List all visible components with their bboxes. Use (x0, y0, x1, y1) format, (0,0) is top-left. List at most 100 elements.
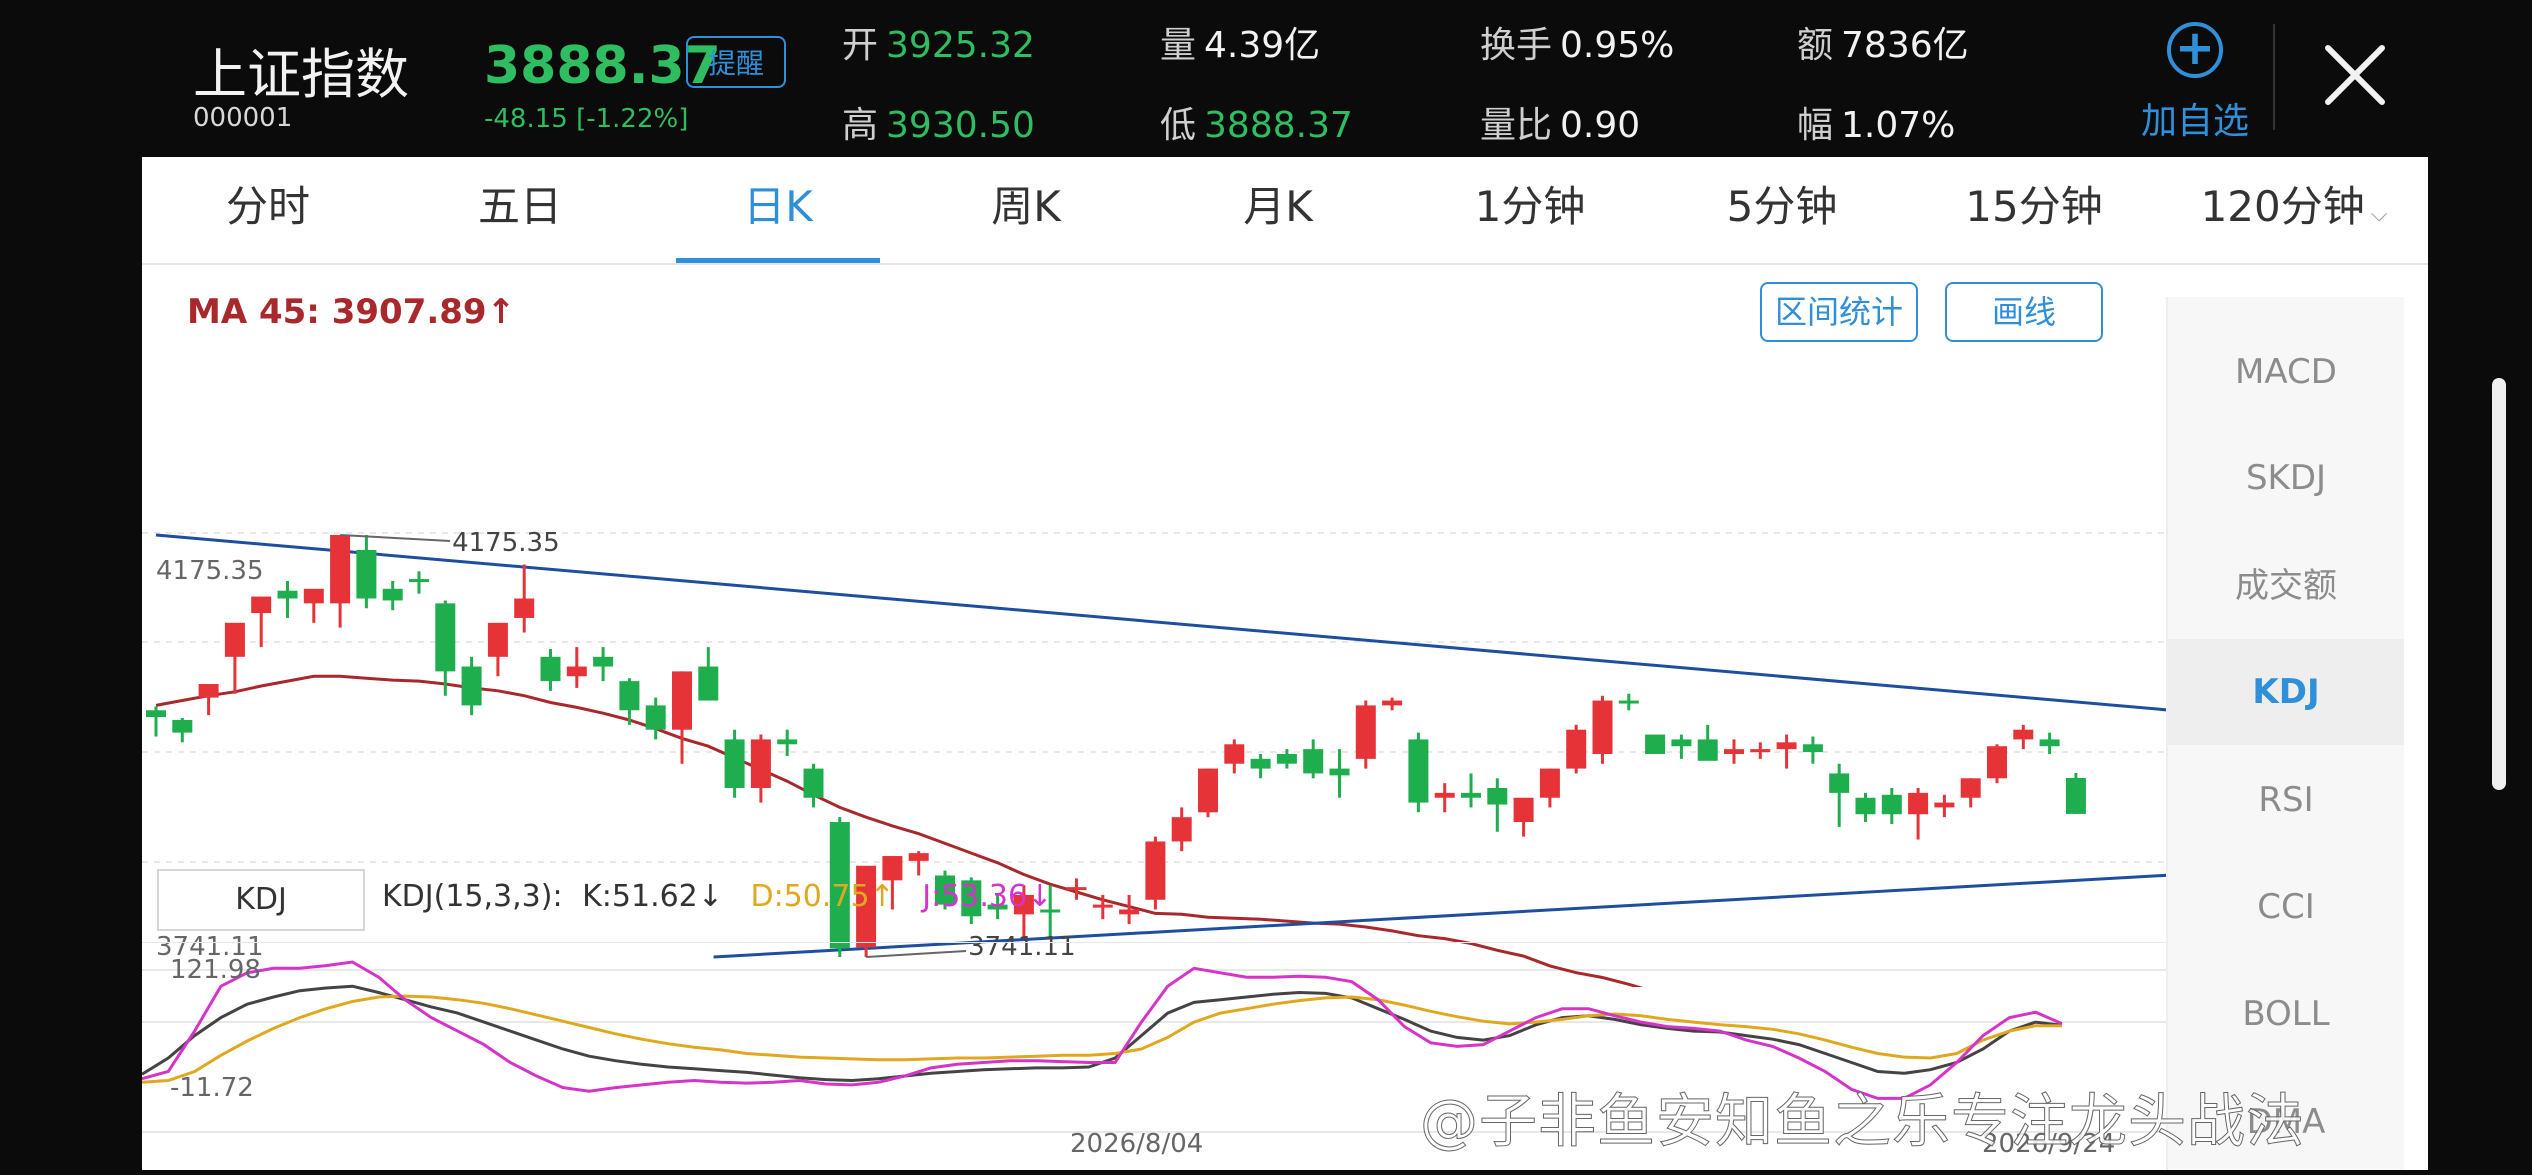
upper-trend-line (155, 533, 2166, 712)
stock-name: 上证指数 (193, 43, 409, 106)
candle-body (1276, 753, 1297, 764)
candle-body (908, 853, 929, 861)
candle-body (356, 549, 377, 599)
indicator-boll[interactable]: BOLL (2168, 961, 2404, 1067)
kdj-label-low: -11.72 (170, 1073, 254, 1103)
candle-body (277, 590, 298, 599)
candle-body (619, 681, 640, 711)
candle-body (1434, 792, 1455, 798)
stat-volume-ratio: 量比 0.90 (1480, 105, 1641, 146)
tab-120min[interactable]: 120分钟 ⌵ (2160, 157, 2428, 263)
candle-body (1960, 778, 1981, 798)
draw-line-button[interactable]: 画线 (1945, 282, 2103, 342)
quote-header: 上证指数 000001 3888.37 -48.15 [-1.22%] 提醒 开… (0, 0, 2532, 155)
plus-circle-icon: + (2167, 22, 2223, 78)
chevron-down-icon: ⌵ (2370, 202, 2388, 227)
tab-daily-k[interactable]: 日K (676, 157, 880, 263)
candle-body (1066, 887, 1087, 891)
candle-body (435, 603, 456, 672)
candle-body (1645, 734, 1666, 754)
candle-body (1355, 705, 1376, 759)
tab-five-day[interactable]: 五日 (394, 157, 646, 263)
stat-low: 低 3888.37 (1160, 105, 1353, 146)
candle-body (803, 768, 824, 798)
high-mark-label: 4175.35 (452, 528, 560, 558)
tab-monthly-k[interactable]: 月K (1152, 157, 1404, 263)
candle-body (146, 710, 166, 718)
kdj-j-value: J:53.36↓ (922, 879, 1053, 914)
scrollbar[interactable] (2492, 378, 2506, 790)
header-divider (2273, 24, 2275, 130)
candle-body (409, 579, 429, 583)
candle-body (2039, 739, 2060, 747)
kdj-values: KDJ(15,3,3): K:51.62↓ D:50.75↑ J:53.36↓ (382, 879, 1052, 914)
candle-body (1382, 700, 1403, 706)
candle-body (198, 684, 219, 698)
indicator-macd[interactable]: MACD (2168, 319, 2404, 425)
indicator-skdj[interactable]: SKDJ (2168, 425, 2404, 531)
candle-body (645, 705, 666, 730)
candle-body (1198, 768, 1218, 813)
kdj-k-line (142, 984, 2063, 1083)
kdj-d-value: D:50.75↑ (750, 879, 895, 914)
tab-1min[interactable]: 1分钟 (1404, 157, 1656, 263)
candle-body (1776, 742, 1797, 750)
ma45-line (155, 674, 1644, 987)
indicator-rsi[interactable]: RSI (2168, 747, 2404, 853)
candle-body (1750, 749, 1771, 753)
range-stats-button[interactable]: 区间统计 (1760, 282, 1918, 342)
candle-body (777, 739, 798, 745)
candle-body (1855, 797, 1876, 815)
change-value: -48.15 (484, 104, 568, 134)
stat-high: 高 3930.50 (842, 105, 1035, 146)
candle-body (1092, 904, 1113, 908)
candle-body (882, 856, 903, 881)
candle-body (1513, 797, 1534, 823)
candle-body (461, 666, 482, 706)
tab-intraday[interactable]: 分时 (142, 157, 394, 263)
remind-button[interactable]: 提醒 (686, 36, 786, 88)
kdj-k-value: K:51.62↓ (582, 879, 723, 914)
candle-body (1539, 768, 1560, 798)
change-percent: [-1.22%] (576, 104, 689, 134)
stat-turnover: 换手 0.95% (1480, 25, 1675, 66)
candle-body (1908, 792, 1929, 815)
high-mark-line (340, 534, 451, 542)
stat-volume: 量 4.39亿 (1160, 25, 1321, 66)
candle-body (1671, 739, 1692, 747)
close-icon[interactable] (2320, 40, 2390, 110)
candle-body (1802, 744, 1823, 753)
indicator-kdj[interactable]: KDJ (2168, 639, 2404, 745)
candle-body (1697, 739, 1718, 761)
kdj-selector[interactable]: KDJ (157, 869, 365, 931)
tab-5min[interactable]: 5分钟 (1656, 157, 1908, 263)
candle-body (303, 588, 324, 604)
candle-body (1461, 792, 1481, 798)
candle-body (1566, 729, 1587, 769)
candle-body (2013, 729, 2034, 740)
candle-body (172, 719, 193, 733)
candle-body (724, 739, 745, 789)
add-favorite-label: 加自选 (2140, 101, 2249, 142)
kdj-label-high: 121.98 (170, 955, 261, 985)
period-tabs: 分时 五日 日K 周K 月K 1分钟 5分钟 15分钟 120分钟 ⌵ (142, 157, 2428, 265)
watermark-text: @子非鱼安知鱼之乐专注龙头战法 (1419, 1087, 2306, 1156)
candle-body (1224, 744, 1245, 764)
chart-panel: 分时 五日 日K 周K 月K 1分钟 5分钟 15分钟 120分钟 ⌵ MA 45… (142, 157, 2428, 1170)
indicator-turnover[interactable]: 成交额 (2168, 533, 2404, 639)
candle-body (1487, 788, 1508, 805)
candle-body (514, 598, 535, 618)
tab-weekly-k[interactable]: 周K (900, 157, 1152, 263)
tab-15min[interactable]: 15分钟 (1908, 157, 2160, 263)
date-label-1: 2026/8/04 (1070, 1129, 1203, 1159)
candle-body (251, 596, 272, 614)
candle-body (487, 622, 508, 657)
add-favorite-button[interactable]: + 加自选 (2130, 22, 2260, 144)
ma-indicator-label: MA 45: 3907.89↑ (187, 292, 516, 332)
candle-body (1408, 739, 1429, 803)
price-change: -48.15 [-1.22%] (484, 104, 688, 134)
candle-body (1145, 841, 1166, 900)
candle-body (1724, 749, 1744, 754)
candle-body (698, 666, 719, 701)
indicator-cci[interactable]: CCI (2168, 854, 2404, 960)
